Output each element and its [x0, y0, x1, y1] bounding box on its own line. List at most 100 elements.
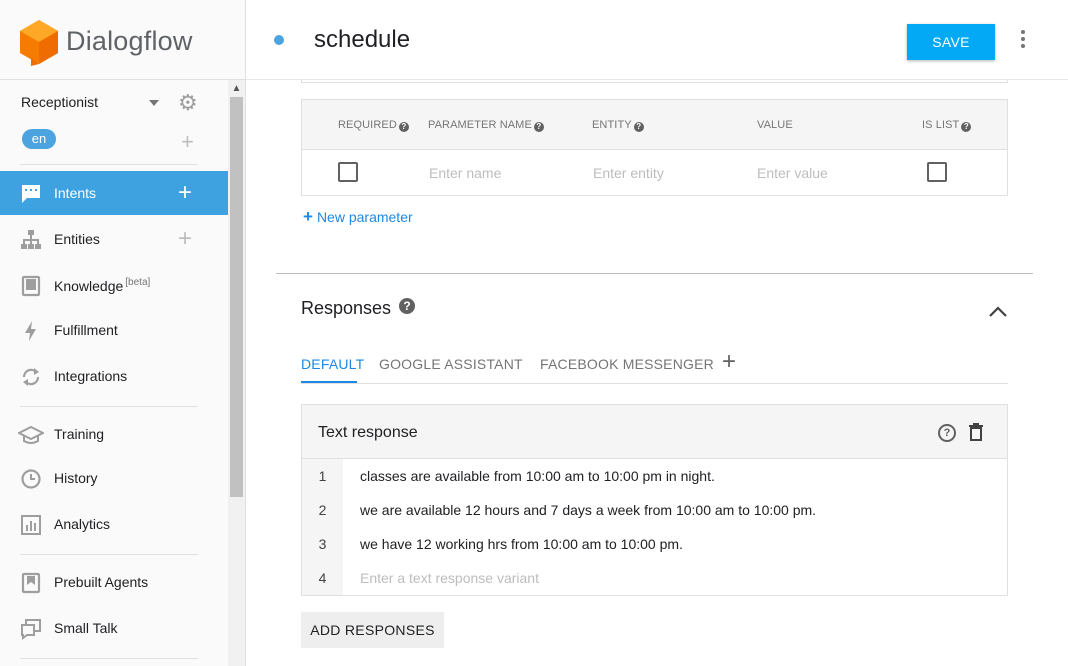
chevron-up-icon[interactable]	[988, 306, 1008, 318]
agent-name: Receptionist	[21, 94, 99, 110]
text-response-card: Text response ? 1 classes are available …	[301, 404, 1008, 596]
column-header-value: VALUE	[757, 119, 793, 131]
sidebar-item-label: Integrations	[54, 368, 128, 384]
sidebar-item-label: Entities	[54, 231, 100, 247]
help-icon[interactable]: ?	[633, 122, 644, 132]
trash-icon[interactable]	[968, 423, 984, 441]
intent-editor: REQUIRED? PARAMETER NAME? ENTITY? VALUE …	[246, 80, 1068, 666]
response-line[interactable]: 3 we have 12 working hrs from 10:00 am t…	[302, 527, 1007, 561]
response-line[interactable]: 2 we are available 12 hours and 7 days a…	[302, 493, 1007, 527]
value-input[interactable]: Enter value	[757, 165, 828, 181]
sidebar-item-prebuilt-agents[interactable]: Prebuilt Agents	[0, 560, 228, 604]
intent-header: schedule SAVE	[246, 0, 1068, 80]
help-icon[interactable]: ?	[398, 122, 409, 132]
divider	[20, 164, 198, 165]
sidebar-item-training[interactable]: Training	[0, 412, 228, 456]
entity-input[interactable]: Enter entity	[593, 165, 664, 181]
text-response-title: Text response	[318, 424, 418, 441]
line-number: 2	[318, 502, 327, 518]
section-divider	[276, 273, 1033, 274]
caret-down-icon[interactable]	[149, 100, 159, 106]
help-icon[interactable]: ?	[961, 122, 972, 132]
bookmark-book-icon	[21, 572, 41, 594]
sidebar-item-history[interactable]: History	[0, 456, 228, 500]
gear-icon[interactable]: ⚙	[178, 92, 198, 114]
sidebar-item-integrations[interactable]: Integrations	[0, 354, 228, 398]
help-icon[interactable]: ?	[533, 122, 544, 132]
sidebar-item-fulfillment[interactable]: Fulfillment	[0, 308, 228, 352]
new-parameter-link[interactable]: + New parameter	[303, 207, 413, 227]
line-number: 4	[318, 570, 327, 586]
beta-badge: [beta]	[125, 277, 151, 288]
new-parameter-label: New parameter	[316, 209, 413, 225]
sidebar-item-small-talk[interactable]: Small Talk	[0, 606, 228, 650]
response-text[interactable]: classes are available from 10:00 am to 1…	[360, 468, 715, 484]
line-number: 3	[318, 536, 327, 552]
parameter-row: Enter name Enter entity Enter value	[302, 150, 1007, 195]
sidebar-item-label-wrap: Knowledge [beta]	[54, 277, 150, 294]
sidebar: Dialogflow Receptionist ⚙ en + Intents +	[0, 0, 246, 666]
sidebar-item-knowledge[interactable]: Knowledge [beta]	[0, 263, 228, 307]
column-header-is-list: IS LIST?	[922, 119, 972, 132]
intent-name-field[interactable]: schedule	[314, 26, 410, 54]
active-tab-indicator	[301, 381, 357, 383]
hierarchy-icon	[21, 230, 41, 249]
help-icon[interactable]: ?	[938, 424, 956, 442]
column-header-label: IS LIST	[922, 119, 960, 131]
add-entity-icon[interactable]: +	[178, 227, 192, 251]
response-text[interactable]: we have 12 working hrs from 10:00 am to …	[360, 536, 683, 552]
scroll-thumb[interactable]	[230, 97, 243, 497]
dialogflow-logo-icon[interactable]	[20, 20, 58, 66]
sidebar-scrollbar[interactable]: ▲	[228, 80, 245, 666]
add-tab-icon[interactable]: +	[722, 350, 736, 374]
response-line[interactable]: 4 Enter a text response variant	[302, 561, 1007, 595]
agent-selector[interactable]: Receptionist ⚙	[21, 92, 201, 114]
sidebar-item-label: Knowledge	[54, 278, 124, 294]
response-tabs: DEFAULT GOOGLE ASSISTANT FACEBOOK MESSEN…	[301, 350, 1008, 384]
parameters-table-header: REQUIRED? PARAMETER NAME? ENTITY? VALUE …	[302, 100, 1007, 150]
sidebar-item-label: Small Talk	[54, 620, 118, 636]
column-header-required: REQUIRED?	[338, 119, 409, 132]
is-list-checkbox[interactable]	[927, 162, 947, 182]
required-checkbox[interactable]	[338, 162, 358, 182]
parameter-name-input[interactable]: Enter name	[429, 165, 501, 181]
column-header-parameter-name: PARAMETER NAME?	[428, 119, 544, 132]
column-header-entity: ENTITY?	[592, 119, 644, 132]
brand-name: Dialogflow	[66, 26, 193, 56]
response-line[interactable]: 1 classes are available from 10:00 am to…	[302, 459, 1007, 493]
parameters-table: REQUIRED? PARAMETER NAME? ENTITY? VALUE …	[301, 99, 1008, 196]
bar-chart-icon	[21, 515, 41, 535]
help-icon[interactable]: ?	[399, 298, 415, 314]
tab-facebook-messenger[interactable]: FACEBOOK MESSENGER	[540, 356, 714, 372]
line-number: 1	[318, 468, 327, 484]
sync-icon	[22, 368, 40, 386]
tab-google-assistant[interactable]: GOOGLE ASSISTANT	[379, 356, 523, 372]
dialogflow-app: Dialogflow Receptionist ⚙ en + Intents +	[0, 0, 1068, 666]
scroll-up-arrow-icon[interactable]: ▲	[228, 80, 245, 97]
responses-title: Responses	[301, 298, 392, 318]
book-icon	[21, 275, 41, 297]
column-header-label: REQUIRED	[338, 119, 397, 131]
sidebar-item-label: Fulfillment	[54, 322, 118, 338]
language-pill[interactable]: en	[22, 129, 56, 149]
more-options-icon[interactable]	[1020, 30, 1026, 50]
sidebar-item-label: Prebuilt Agents	[54, 574, 149, 590]
response-variant-input[interactable]: Enter a text response variant	[360, 570, 539, 586]
divider	[20, 554, 198, 555]
tab-default[interactable]: DEFAULT	[301, 356, 364, 372]
sidebar-item-analytics[interactable]: Analytics	[0, 502, 228, 546]
save-button[interactable]: SAVE	[907, 24, 995, 60]
previous-card-edge	[301, 80, 1008, 83]
sidebar-item-intents[interactable]: Intents +	[0, 171, 228, 215]
add-responses-button[interactable]: ADD RESPONSES	[301, 612, 444, 648]
clock-icon	[21, 469, 41, 489]
response-text[interactable]: we are available 12 hours and 7 days a w…	[360, 502, 816, 518]
add-language-icon[interactable]: +	[181, 131, 194, 153]
chat-icon	[22, 185, 40, 203]
sidebar-item-label: History	[54, 470, 98, 486]
bolt-icon	[25, 321, 36, 341]
sidebar-item-entities[interactable]: Entities +	[0, 217, 228, 261]
column-header-label: ENTITY	[592, 119, 632, 131]
add-intent-icon[interactable]: +	[178, 181, 192, 205]
sidebar-item-label: Training	[54, 426, 105, 442]
